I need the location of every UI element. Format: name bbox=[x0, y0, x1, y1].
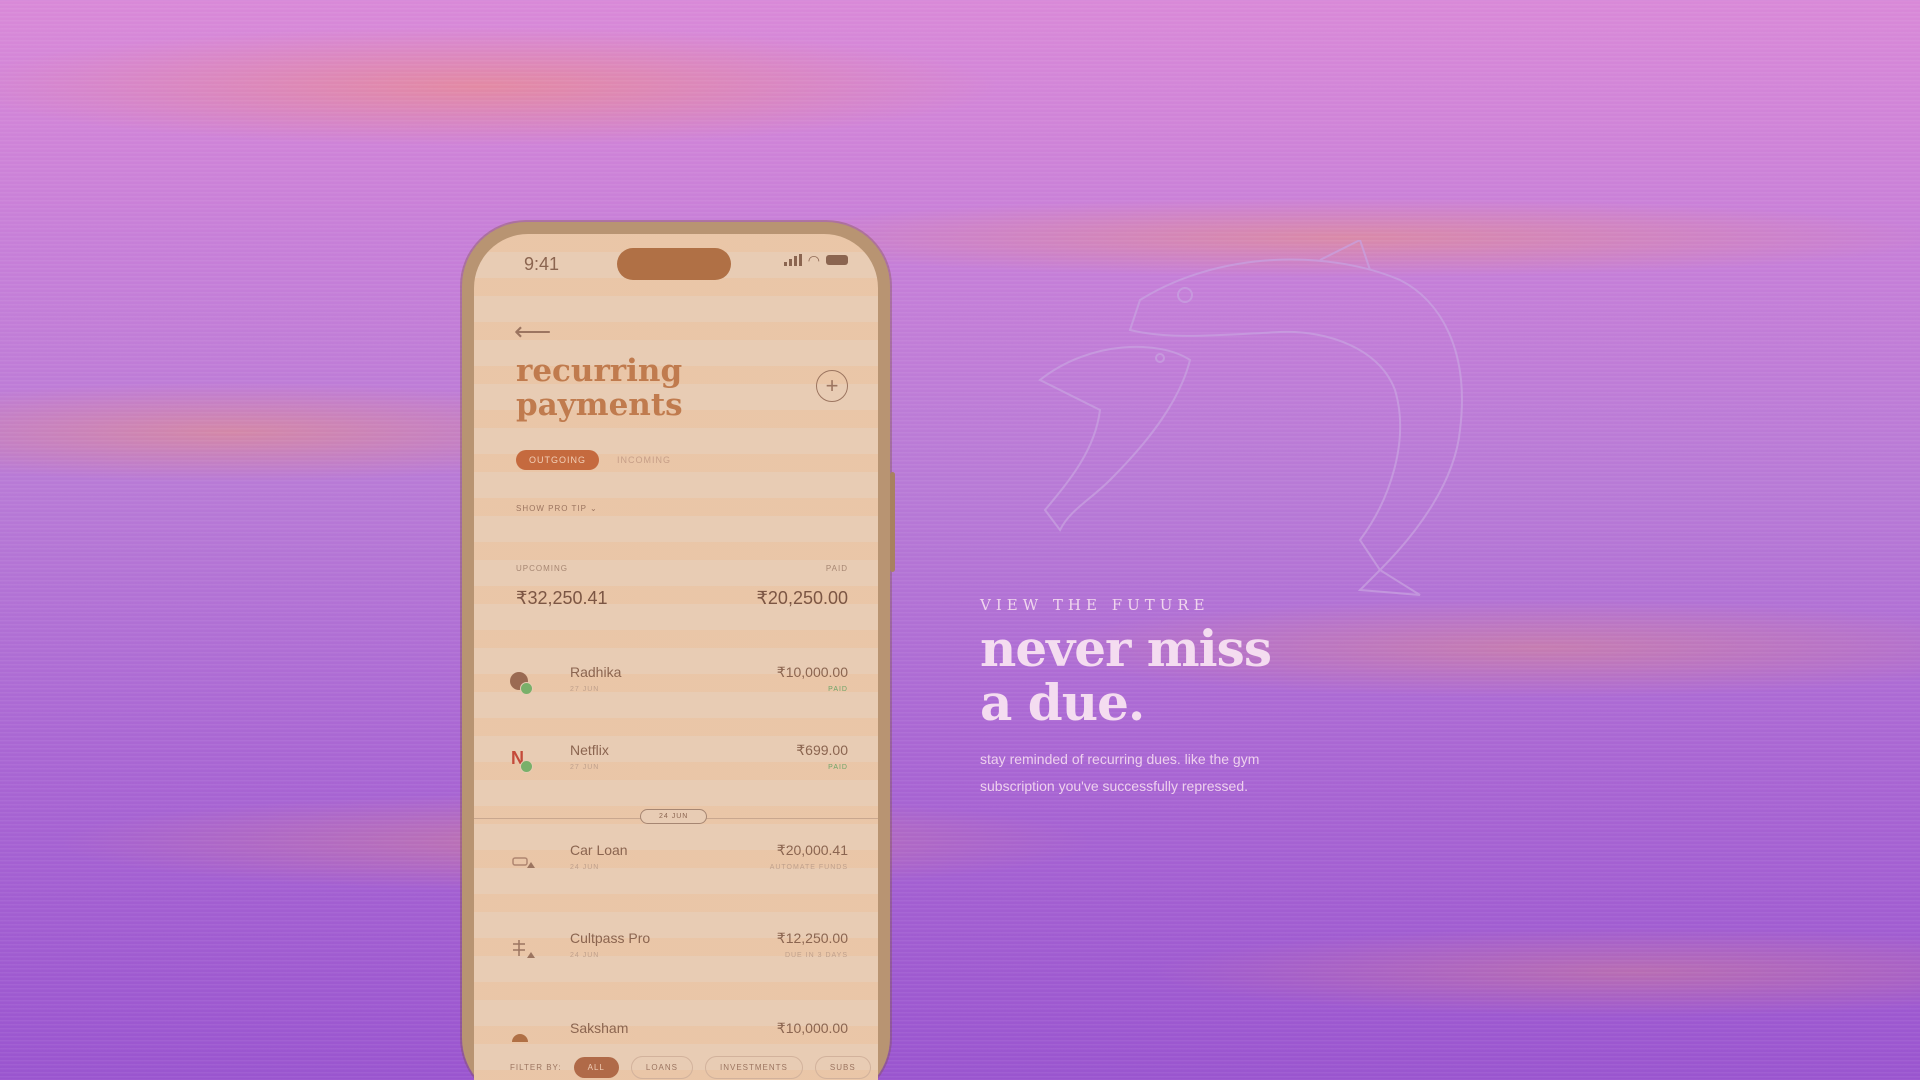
background-glow bbox=[0, 0, 1920, 1080]
battery-icon bbox=[826, 255, 848, 265]
paid-label: PAID bbox=[825, 564, 848, 573]
signal-icon bbox=[783, 254, 802, 266]
status-time: 9:41 bbox=[524, 254, 560, 274]
hero-subtext: stay reminded of recurring dues. like th… bbox=[980, 751, 1260, 794]
payment-row-car-loan[interactable]: Car Loan 24 JUN ₹20,000.41 AUTOMATE FUND… bbox=[510, 842, 848, 902]
small-fish-body bbox=[1038, 345, 1192, 532]
car-icon bbox=[510, 850, 536, 876]
paid-check-icon bbox=[520, 682, 533, 695]
date-divider-chip: 24 JUN bbox=[640, 809, 708, 824]
payment-status: PAID bbox=[828, 686, 848, 693]
large-fish-eye bbox=[1177, 287, 1193, 303]
filter-label: FILTER BY: bbox=[510, 1063, 562, 1072]
paid-total: ₹20,250.00 bbox=[756, 588, 848, 608]
payment-amount: ₹12,250.00 bbox=[776, 930, 848, 946]
page-title: recurring payments bbox=[516, 353, 683, 423]
payment-amount: ₹699.00 bbox=[796, 742, 848, 758]
payment-name: Cultpass Pro bbox=[570, 930, 651, 946]
back-arrow-icon[interactable]: ⟵ bbox=[514, 316, 551, 347]
payment-amount: ₹10,000.00 bbox=[776, 664, 848, 680]
large-fish-fin bbox=[1319, 240, 1371, 271]
large-fish-body bbox=[1128, 258, 1463, 572]
payment-amount: ₹10,000.00 bbox=[776, 1020, 848, 1036]
payment-name: Radhika bbox=[570, 664, 622, 680]
dynamic-island bbox=[617, 248, 731, 280]
filter-bar: FILTER BY: ALL LOANS INVESTMENTS SUBS bbox=[510, 1056, 878, 1079]
avatar bbox=[510, 672, 536, 698]
payment-row-cultpass-pro[interactable]: Cultpass Pro 24 JUN ₹12,250.00 DUE IN 3 … bbox=[510, 930, 848, 990]
add-payment-button[interactable]: + bbox=[816, 370, 848, 402]
payment-date: 24 JUN bbox=[570, 952, 600, 959]
payment-status: PAID bbox=[828, 764, 848, 771]
avatar bbox=[510, 1028, 536, 1054]
direction-tabs: OUTGOING INCOMING bbox=[516, 450, 671, 470]
phone-mockup: 9:41 ◠ ⟵ recurring payments + OUTGOING I… bbox=[462, 222, 895, 1080]
tab-incoming[interactable]: INCOMING bbox=[617, 455, 671, 465]
upcoming-total: ₹32,250.41 bbox=[516, 588, 608, 608]
show-pro-tip-link[interactable]: SHOW PRO TIP ⌄ bbox=[516, 504, 598, 513]
payment-row-radhika[interactable]: Radhika 27 JUN ₹10,000.00 PAID bbox=[510, 664, 848, 724]
hero-headline: never miss a due. bbox=[980, 619, 1272, 732]
paid-check-icon bbox=[520, 760, 533, 773]
cult-logo-icon bbox=[510, 938, 536, 964]
payment-date: 27 JUN bbox=[570, 764, 600, 771]
payment-status: AUTOMATE FUNDS bbox=[769, 864, 848, 871]
tab-outgoing[interactable]: OUTGOING bbox=[516, 450, 599, 470]
payment-amount: ₹20,000.41 bbox=[776, 842, 848, 858]
filter-chip-all[interactable]: ALL bbox=[573, 1057, 619, 1078]
hero-eyebrow: VIEW THE FUTURE bbox=[980, 596, 1210, 614]
upcoming-label: UPCOMING bbox=[516, 564, 568, 573]
small-fish-eye bbox=[1155, 353, 1165, 363]
payment-name: Car Loan bbox=[570, 842, 628, 858]
status-icons: ◠ bbox=[783, 252, 848, 268]
filter-chip-subs[interactable]: SUBS bbox=[814, 1056, 871, 1079]
phone-screen: 9:41 ◠ ⟵ recurring payments + OUTGOING I… bbox=[474, 234, 878, 1080]
netflix-logo-icon: N bbox=[510, 748, 536, 776]
payment-name: Saksham bbox=[570, 1020, 629, 1036]
payment-date: 24 JUN bbox=[570, 864, 600, 871]
large-fish-tail bbox=[1357, 568, 1421, 596]
fish-illustration bbox=[1038, 240, 1463, 596]
payment-row-netflix[interactable]: N Netflix 27 JUN ₹699.00 PAID bbox=[510, 742, 848, 802]
status-bar: 9:41 ◠ bbox=[474, 234, 878, 290]
summary-labels: UPCOMING PAID bbox=[516, 564, 848, 573]
background-scanlines bbox=[0, 0, 1920, 1080]
plus-icon: + bbox=[825, 373, 839, 398]
payment-date: 27 JUN bbox=[570, 686, 600, 693]
wifi-icon: ◠ bbox=[807, 252, 820, 268]
phone-side-button bbox=[890, 472, 895, 572]
filter-chip-loans[interactable]: LOANS bbox=[630, 1056, 693, 1079]
payment-name: Netflix bbox=[570, 742, 609, 758]
filter-chip-investments[interactable]: INVESTMENTS bbox=[705, 1056, 803, 1079]
summary-values: ₹32,250.41 ₹20,250.00 bbox=[516, 588, 848, 609]
payment-status: DUE IN 3 DAYS bbox=[784, 952, 848, 959]
